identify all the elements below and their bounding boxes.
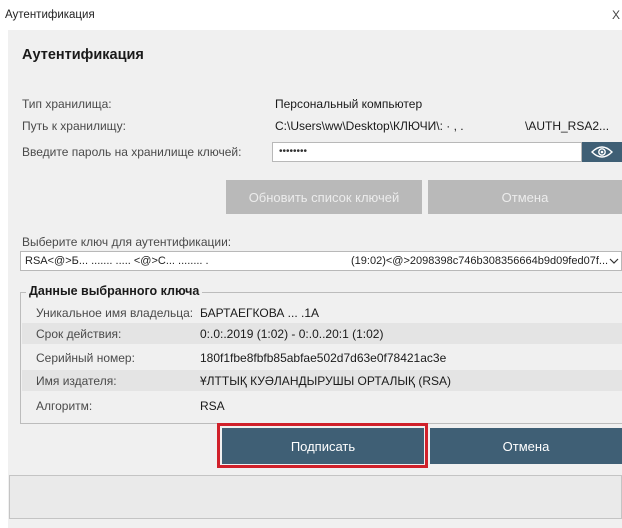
window-titlebar: Аутентификация X [0, 0, 622, 30]
validity-value: 0:.0:.2019 (1:02) - 0:.0..20:1 (1:02) [200, 327, 384, 341]
password-value: •••••••• [279, 146, 308, 157]
store-type-value: Персональный компьютер [275, 97, 423, 111]
owner-value: БАРТАЕГКОВА ... .1А [200, 306, 319, 320]
refresh-keys-button[interactable]: Обновить список ключей [226, 180, 422, 214]
show-password-button[interactable] [582, 142, 622, 162]
close-icon[interactable]: X [612, 8, 620, 22]
detail-row-issuer: Имя издателя: ҰЛТТЫҚ КУӘЛАНДЫРУШЫ ОРТАЛЫ… [22, 370, 622, 391]
status-area [9, 475, 622, 519]
key-select[interactable]: RSA<@>Б... ....... ..... <@>С... .......… [20, 251, 622, 271]
issuer-label: Имя издателя: [36, 374, 117, 388]
sign-button-highlight [217, 423, 428, 468]
eye-icon [591, 146, 613, 158]
issuer-value: ҰЛТТЫҚ КУӘЛАНДЫРУШЫ ОРТАЛЫҚ (RSA) [200, 374, 452, 388]
algorithm-label: Алгоритм: [36, 399, 93, 413]
key-select-label: Выберите ключ для аутентификации: [22, 235, 232, 249]
serial-label: Серийный номер: [36, 351, 135, 365]
cancel-bottom-button[interactable]: Отмена [430, 428, 622, 464]
algorithm-value: RSA [200, 399, 225, 413]
window-title: Аутентификация [5, 9, 95, 21]
cancel-top-button[interactable]: Отмена [428, 180, 622, 214]
detail-row-owner: Уникальное имя владельца: БАРТАЕГКОВА ..… [22, 302, 622, 323]
page-title: Аутентификация [22, 47, 144, 63]
key-details-legend: Данные выбранного ключа [26, 284, 203, 298]
detail-row-serial: Серийный номер: 180f1fbe8fbfb85abfae502d… [22, 347, 622, 368]
key-select-value-left: RSA<@>Б... ....... ..... <@>С... .......… [25, 255, 209, 267]
detail-row-validity: Срок действия: 0:.0:.2019 (1:02) - 0:.0.… [22, 323, 622, 344]
serial-value: 180f1fbe8fbfb85abfae502d7d63e0f78421ac3e [200, 351, 447, 365]
key-select-value-right: (19:02)<@>2098398c746b308356664b9d09fed0… [351, 255, 609, 267]
owner-label: Уникальное имя владельца: [36, 306, 194, 320]
store-path-label: Путь к хранилищу: [22, 119, 127, 133]
password-input[interactable]: •••••••• [272, 142, 582, 162]
store-type-label: Тип хранилища: [22, 97, 112, 111]
chevron-down-icon [609, 258, 619, 264]
validity-label: Срок действия: [36, 327, 122, 341]
store-path-tail: \AUTH_RSA2... [525, 119, 610, 133]
store-path-value: C:\Users\ww\Desktop\КЛЮЧИ\: · , . [275, 119, 464, 133]
detail-row-algorithm: Алгоритм: RSA [22, 395, 622, 416]
password-label: Введите пароль на хранилище ключей: [22, 145, 242, 159]
